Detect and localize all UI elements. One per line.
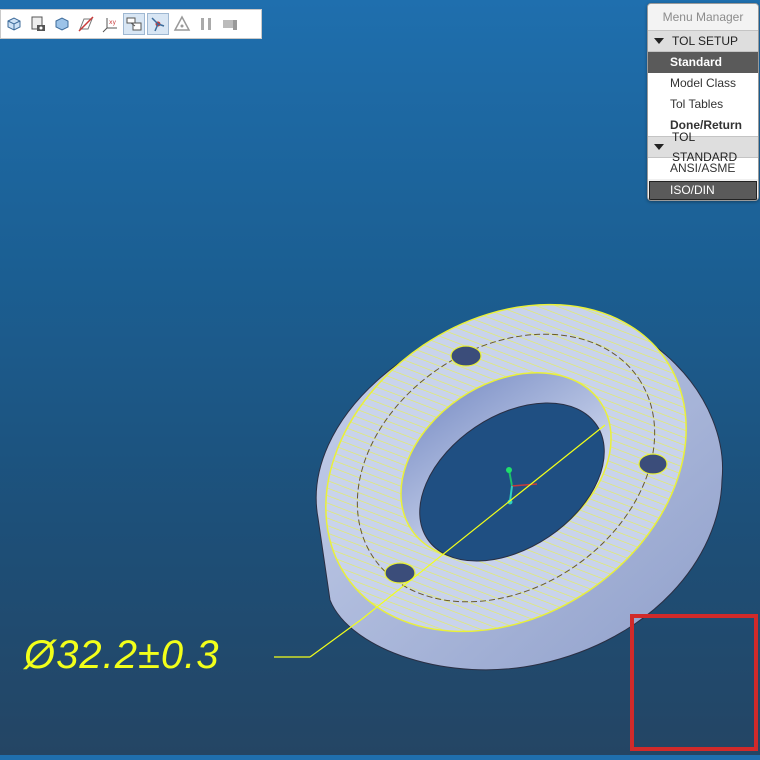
collapse-triangle-icon xyxy=(654,144,664,150)
saved-views-icon[interactable] xyxy=(27,13,49,35)
menu-item-tol-tables[interactable]: Tol Tables xyxy=(648,94,758,115)
callout-box xyxy=(630,614,758,751)
datum-display-icon[interactable] xyxy=(75,13,97,35)
pause-icon[interactable] xyxy=(195,13,217,35)
flag-icon[interactable] xyxy=(219,13,241,35)
menu-section-label: TOL SETUP xyxy=(672,34,739,48)
menu-manager: Menu Manager TOL SETUP Standard Model Cl… xyxy=(647,3,759,201)
menu-item-standard[interactable]: Standard xyxy=(648,52,758,73)
csys-display-icon[interactable]: xy xyxy=(99,13,121,35)
spin-center-icon[interactable] xyxy=(147,13,169,35)
menu-manager-title: Menu Manager xyxy=(648,4,758,30)
collapse-triangle-icon xyxy=(654,38,664,44)
dimension-text[interactable]: Ø32.2±0.3 xyxy=(24,633,220,678)
menu-item-iso-din[interactable]: ISO/DIN xyxy=(649,181,757,200)
graphics-toolbar: xy xyxy=(0,9,262,39)
display-style-icon[interactable] xyxy=(51,13,73,35)
menu-section-tol-setup[interactable]: TOL SETUP xyxy=(648,30,758,52)
menu-item-model-class[interactable]: Model Class xyxy=(648,73,758,94)
triangle-icon[interactable] xyxy=(171,13,193,35)
refit-icon[interactable] xyxy=(3,13,25,35)
menu-section-tol-standard[interactable]: TOL STANDARD xyxy=(648,130,758,164)
svg-text:xy: xy xyxy=(109,19,117,26)
annotation-display-icon[interactable] xyxy=(123,13,145,35)
